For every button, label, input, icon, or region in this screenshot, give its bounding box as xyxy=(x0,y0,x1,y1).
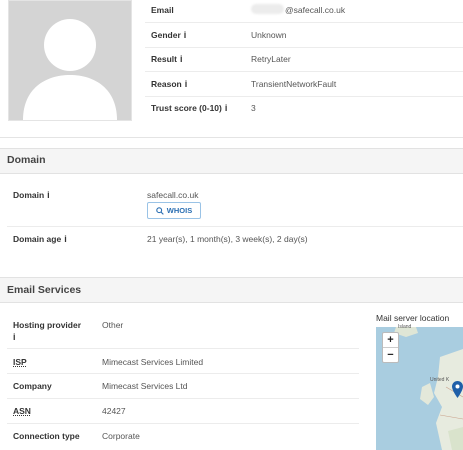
gender-label: Gender i xyxy=(151,30,188,40)
avatar xyxy=(8,0,132,121)
divider xyxy=(7,423,359,424)
divider xyxy=(7,373,359,374)
whois-button-label: WHOIS xyxy=(166,206,193,215)
info-icon[interactable]: i xyxy=(180,54,184,64)
result-label: Result i xyxy=(151,54,184,64)
map-marker-icon[interactable] xyxy=(452,381,463,399)
map-label-uk: United K xyxy=(430,377,450,383)
map-title: Mail server location xyxy=(376,313,450,323)
divider xyxy=(145,47,463,48)
zoom-in-button[interactable]: + xyxy=(383,333,398,347)
result-value: RetryLater xyxy=(251,54,291,64)
reason-label: Reason i xyxy=(151,79,189,89)
divider xyxy=(145,71,463,72)
redacted-email-prefix xyxy=(251,4,284,14)
domain-age-label: Domain age i xyxy=(13,234,68,244)
domain-section-header xyxy=(0,148,463,174)
isp-value: Mimecast Services Limited xyxy=(102,357,204,367)
company-label: Company xyxy=(13,381,52,391)
gender-value: Unknown xyxy=(251,30,287,40)
trust-score-label: Trust score (0-10) i xyxy=(151,103,229,113)
divider xyxy=(7,226,463,227)
divider xyxy=(7,348,359,349)
info-icon[interactable]: i xyxy=(185,79,189,89)
whois-button[interactable]: WHOIS xyxy=(147,202,201,219)
info-icon[interactable]: i xyxy=(184,30,188,40)
default-avatar-icon xyxy=(9,1,131,120)
domain-section-title: Domain xyxy=(7,154,46,166)
company-value: Mimecast Services Ltd xyxy=(102,381,188,391)
hosting-provider-label: Hosting provider xyxy=(13,320,82,330)
connection-type-value: Corporate xyxy=(102,431,140,441)
trust-score-value: 3 xyxy=(251,103,256,113)
divider xyxy=(7,398,359,399)
email-value: @safecall.co.uk xyxy=(285,5,346,15)
email-label: Email xyxy=(151,5,174,15)
domain-age-value: 21 year(s), 1 month(s), 3 week(s), 2 day… xyxy=(147,234,308,244)
search-icon xyxy=(156,206,164,215)
divider xyxy=(145,22,463,23)
map-zoom-control: + − xyxy=(382,332,399,363)
info-icon[interactable]: i xyxy=(47,190,51,200)
info-icon[interactable]: i xyxy=(13,332,17,342)
info-icon[interactable]: i xyxy=(225,103,229,113)
connection-type-label: Connection type xyxy=(13,431,80,441)
asn-label[interactable]: ASN xyxy=(13,406,31,416)
map-label-island: Island xyxy=(398,324,412,330)
info-icon[interactable]: i xyxy=(64,234,68,244)
reason-value: TransientNetworkFault xyxy=(251,79,337,89)
domain-value: safecall.co.uk xyxy=(147,190,199,200)
hosting-provider-value: Other xyxy=(102,320,124,330)
section-divider xyxy=(0,137,463,138)
isp-label[interactable]: ISP xyxy=(13,357,27,367)
divider xyxy=(145,96,463,97)
domain-label: Domain i xyxy=(13,190,51,200)
email-services-section-title: Email Services xyxy=(7,284,82,296)
zoom-out-button[interactable]: − xyxy=(383,347,398,362)
asn-value: 42427 xyxy=(102,406,126,416)
